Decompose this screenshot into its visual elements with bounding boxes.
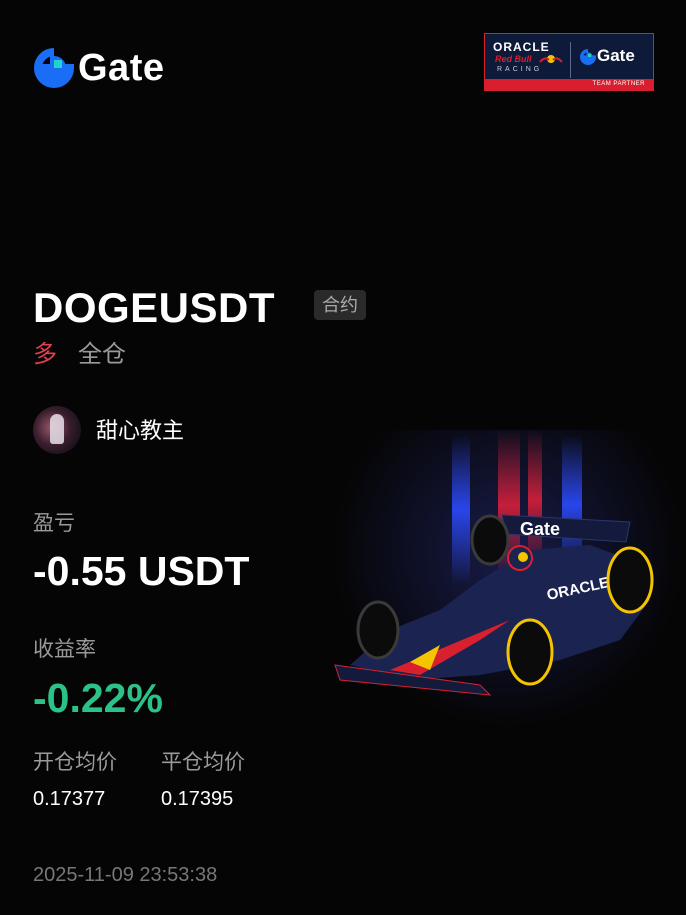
timestamp: 2025-11-09 23:53:38 [33,864,218,886]
avatar-icon [33,406,81,454]
team-line1: Red Bull [495,54,532,64]
pnl-value: -0.55 USDT [33,548,250,594]
light-beam [452,435,470,585]
trading-symbol: DOGEUSDT [33,284,276,331]
avatar-figure [50,414,64,444]
username: 甜心教主 [96,418,185,443]
gate-logo: Gate [34,48,164,88]
wheel-rear-right [606,546,654,614]
gate-mark-icon [580,49,596,65]
margin-mode: 全仓 [78,341,126,368]
partner-badge: ORACLE Red Bull RACING Gate TEAM PARTNER [484,33,654,91]
badge-divider [570,42,571,78]
light-beam [528,430,542,570]
helmet-visor [518,552,528,562]
roi-label: 收益率 [33,638,96,661]
open-price-label: 开仓均价 [33,751,117,774]
sponsor-text: ORACLE [493,40,550,54]
roi-value: -0.22% [33,675,163,721]
wheel-rear-left [470,514,510,566]
position-direction: 多 [33,341,57,368]
wheel-front-left [356,600,400,660]
contract-type-badge: 合约 [314,290,366,320]
gate-logo-icon [34,48,74,88]
open-price-value: 0.17377 [33,788,106,810]
wheel-front-right [506,618,554,686]
team-partner-caption: TEAM PARTNER [485,79,653,90]
partner-logo-text: Gate [597,46,635,65]
close-price-label: 平仓均价 [161,751,245,774]
red-bull-icon [539,55,563,63]
logo-text: Gate [78,47,165,89]
close-price-value: 0.17395 [161,788,234,810]
pnl-label: 盈亏 [33,512,75,535]
f1-car-illustration: Gate ORACLE [334,430,654,696]
team-line2: RACING [497,66,543,73]
wing-livery-text: Gate [520,519,560,539]
